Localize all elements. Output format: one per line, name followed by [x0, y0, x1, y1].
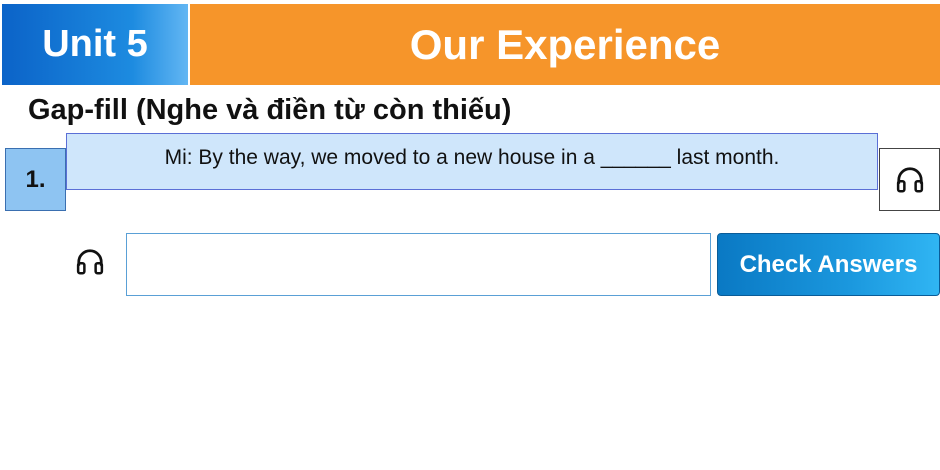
question-audio-button[interactable] [879, 148, 940, 211]
question-number: 1. [5, 148, 66, 211]
headphones-icon [896, 166, 923, 192]
unit-badge: Unit 5 [2, 4, 188, 85]
exercise-heading: Gap-fill (Nghe và điền từ còn thiếu) [28, 94, 512, 126]
headphones-icon [76, 249, 104, 275]
lesson-title: Our Experience [190, 4, 940, 85]
page: Unit 5 Our Experience Gap-fill (Nghe và … [0, 0, 940, 470]
check-answers-button[interactable]: Check Answers [717, 233, 940, 296]
answer-audio-button[interactable] [74, 246, 106, 278]
answer-input[interactable] [126, 233, 711, 296]
question-sentence: Mi: By the way, we moved to a new house … [66, 133, 878, 190]
